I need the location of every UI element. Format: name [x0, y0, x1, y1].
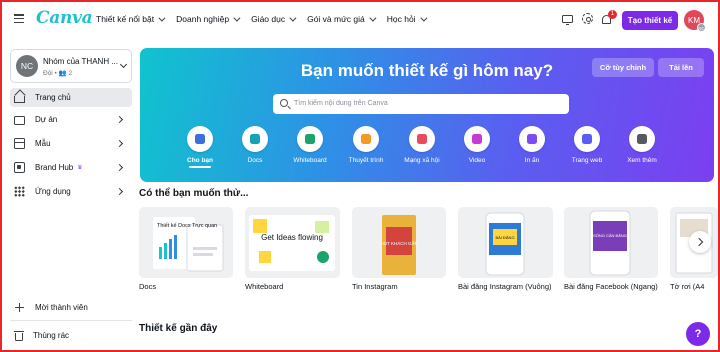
card-label-flyer: Tờ rơi (A4 — [670, 282, 705, 291]
card-label-facebook-post: Bài đăng Facebook (Ngang) — [564, 282, 658, 291]
sidebar-item-home[interactable]: Trang chủ — [10, 88, 132, 107]
carousel-next-button[interactable] — [689, 231, 711, 253]
sidebar-item-trash[interactable]: Thùng rác — [10, 326, 132, 345]
card-label-instagram-story: Tin Instagram — [352, 282, 398, 291]
chevron-down-icon — [369, 14, 377, 22]
category-video[interactable]: Video — [449, 126, 505, 164]
monitor-icon[interactable] — [562, 15, 573, 25]
category-more[interactable]: Xem thêm — [614, 126, 670, 164]
search-placeholder: Tìm kiếm nội dung trên Canva — [294, 100, 388, 107]
chevron-right-icon — [115, 163, 124, 172]
chevron-down-icon — [289, 14, 297, 22]
card-label-docs: Docs — [139, 282, 157, 291]
card-thumb-text: HÚT KHÁCH GẤP — [381, 240, 418, 246]
nav-education[interactable]: Giáo dục — [251, 14, 297, 24]
sidebar-item-projects[interactable]: Dự án — [10, 110, 132, 129]
team-meta: Đội • 👥 2 — [43, 70, 73, 77]
app-window: Canva Thiết kế nổi bật Doanh nghiệp Giáo… — [0, 0, 720, 352]
card-label-instagram-post: Bài đăng Instagram (Vuông) — [458, 282, 552, 291]
card-whiteboard[interactable]: Get Ideas flowing — [245, 207, 340, 278]
menu-icon[interactable] — [14, 14, 24, 24]
category-docs[interactable]: Docs — [227, 126, 283, 164]
instagram-post-thumbnail: BÀI ĐĂNG — [485, 212, 525, 276]
top-icons — [562, 13, 611, 25]
website-icon — [574, 126, 600, 152]
upload-button[interactable]: Tải lên — [658, 58, 704, 77]
presentation-icon — [353, 126, 379, 152]
category-whiteboard[interactable]: Whiteboard — [282, 126, 338, 164]
docs-icon — [242, 126, 268, 152]
crown-icon: ♛ — [77, 165, 83, 171]
chevron-right-icon — [115, 187, 124, 196]
category-social-media[interactable]: Mạng xã hội — [394, 126, 450, 164]
team-name: Nhóm của THANH ... — [43, 57, 118, 66]
sidebar: NC Nhóm của THANH ... Đội • 👥 2 Trang ch… — [4, 38, 134, 350]
card-docs[interactable]: Thiết kế Docs Trực quan — [139, 207, 233, 278]
whiteboard-thumbnail: Get Ideas flowing — [249, 215, 335, 271]
chevron-down-icon — [233, 14, 241, 22]
category-website[interactable]: Trang web — [559, 126, 615, 164]
nav-learn[interactable]: Học hỏi — [387, 14, 428, 24]
apps-icon — [14, 186, 25, 197]
chevron-right-icon — [115, 139, 124, 148]
help-button[interactable]: ? — [686, 322, 710, 346]
sidebar-item-apps[interactable]: Ứng dụng — [10, 182, 132, 201]
hero-banner: Bạn muốn thiết kế gì hôm nay? Cỡ tùy chỉ… — [140, 48, 714, 182]
docs-thumbnail: Thiết kế Docs Trực quan — [153, 217, 224, 272]
chevron-down-icon — [419, 14, 428, 22]
card-facebook-post[interactable]: SỐNG CÂN BẰNG — [564, 207, 658, 278]
nav-pricing[interactable]: Gói và mức giá — [307, 14, 377, 24]
gear-icon[interactable] — [582, 13, 593, 24]
facebook-post-thumbnail: SỐNG CÂN BẰNG — [589, 210, 631, 276]
top-bar: Canva Thiết kế nổi bật Doanh nghiệp Giáo… — [2, 2, 718, 38]
section-title-recent: Thiết kế gần đây — [139, 323, 218, 334]
folder-icon — [14, 115, 25, 125]
card-label-whiteboard: Whiteboard — [245, 282, 284, 291]
card-instagram-post[interactable]: BÀI ĐĂNG — [458, 207, 553, 278]
card-thumb-text: BÀI ĐĂNG — [495, 235, 514, 240]
instagram-story-thumbnail: HÚT KHÁCH GẤP — [381, 215, 418, 275]
home-icon — [14, 96, 25, 103]
sidebar-divider — [10, 320, 132, 321]
search-icon — [280, 99, 288, 107]
chevron-down-icon — [119, 60, 128, 69]
whiteboard-icon — [297, 126, 323, 152]
card-thumb-text: SỐNG CÂN BẰNG — [593, 233, 627, 238]
create-design-button[interactable]: Tạo thiết kế — [622, 11, 678, 30]
heart-icon — [409, 126, 435, 152]
brand-hub-icon — [14, 162, 25, 173]
canva-logo[interactable]: Canva — [36, 8, 93, 28]
main-content: Bạn muốn thiết kế gì hôm nay? Cỡ tùy chỉ… — [136, 38, 718, 350]
video-icon — [464, 126, 490, 152]
category-presentation[interactable]: Thuyết trình — [338, 126, 394, 164]
plus-icon — [14, 302, 25, 313]
search-input[interactable]: Tìm kiếm nội dung trên Canva — [273, 94, 569, 114]
custom-size-button[interactable]: Cỡ tùy chỉnh — [592, 58, 654, 77]
card-thumb-text: Thiết kế Docs Trực quan — [157, 223, 217, 229]
category-for-you[interactable]: Cho bạn — [172, 126, 228, 168]
nav-featured[interactable]: Thiết kế nổi bật — [96, 14, 166, 24]
notification-badge: 1 — [608, 10, 617, 19]
section-title-suggestions: Có thể bạn muốn thử... — [139, 188, 249, 199]
trash-icon — [14, 331, 24, 341]
category-print[interactable]: In ấn — [504, 126, 560, 164]
chevron-right-icon — [115, 115, 124, 124]
sidebar-item-templates[interactable]: Mẫu — [10, 134, 132, 153]
print-icon — [519, 126, 545, 152]
sidebar-item-brand-hub[interactable]: Brand Hub ♛ — [10, 158, 132, 177]
team-switcher[interactable]: NC Nhóm của THANH ... Đội • 👥 2 — [10, 49, 132, 83]
main-nav: Thiết kế nổi bật Doanh nghiệp Giáo dục G… — [96, 14, 438, 24]
nav-business[interactable]: Doanh nghiệp — [176, 14, 241, 24]
card-thumb-text: Get Ideas flowing — [261, 233, 323, 242]
card-instagram-story[interactable]: HÚT KHÁCH GẤP — [352, 207, 446, 278]
active-tab-indicator — [189, 166, 211, 168]
sparkle-icon — [187, 126, 213, 152]
team-avatar-small: NC — [697, 23, 706, 32]
invite-members-button[interactable]: Mời thành viên — [10, 298, 132, 317]
chevron-down-icon — [158, 14, 166, 22]
more-icon — [629, 126, 655, 152]
template-icon — [14, 138, 25, 149]
team-avatar: NC — [16, 55, 38, 77]
